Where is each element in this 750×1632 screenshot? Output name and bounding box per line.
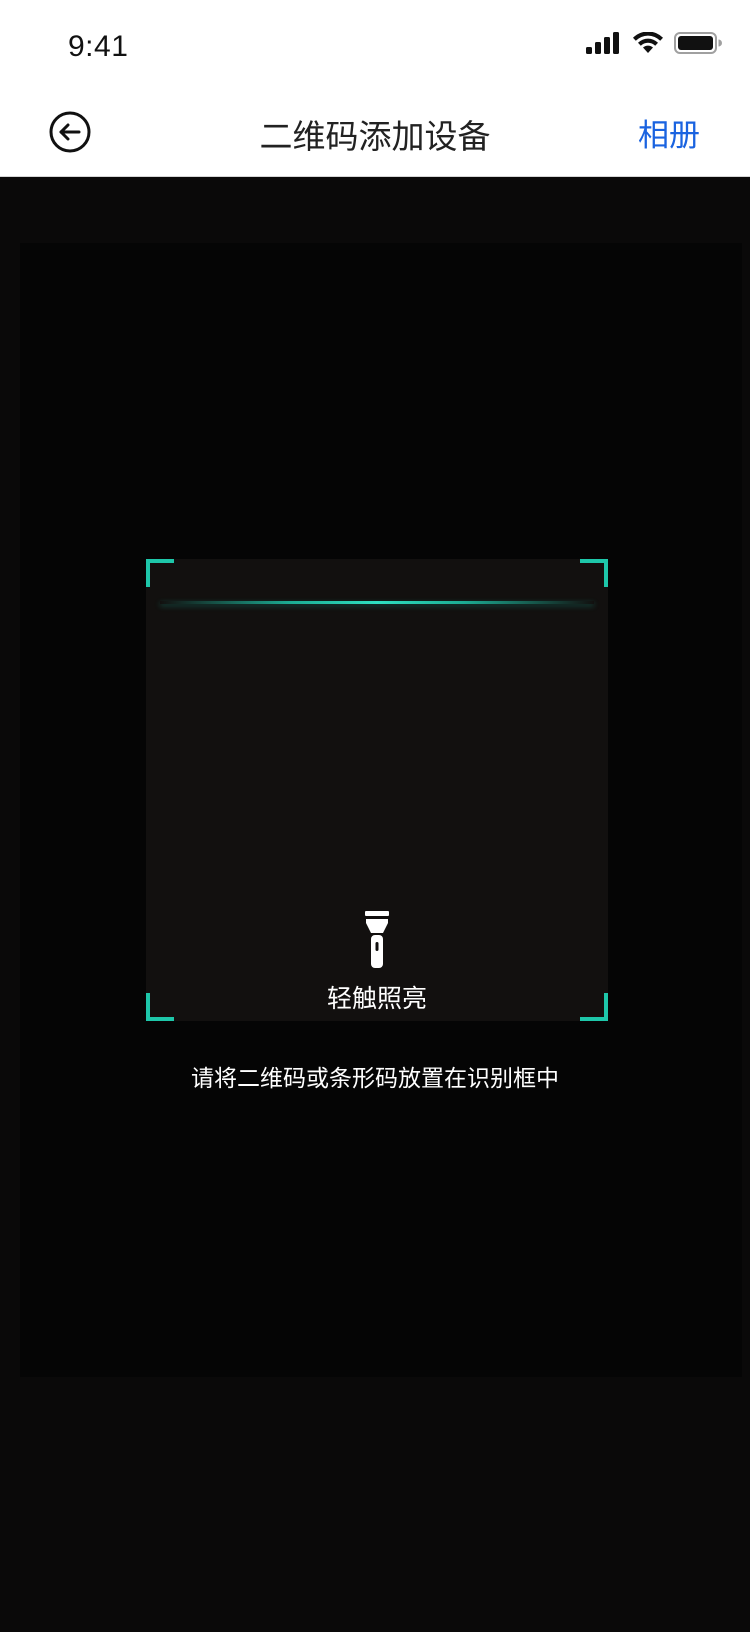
qr-scan-screen: 9:41 二维码添加设备 相册 轻触照亮 请将二维码或条形码放置在识别框中	[0, 0, 750, 1632]
scan-frame-corner-top-left	[146, 559, 174, 587]
camera-area: 轻触照亮 请将二维码或条形码放置在识别框中	[0, 177, 750, 1632]
torch-toggle-button[interactable]: 轻触照亮	[296, 911, 458, 1013]
scan-line	[160, 601, 594, 604]
status-time: 9:41	[68, 30, 129, 63]
scan-frame: 轻触照亮	[146, 559, 608, 1021]
flashlight-icon	[365, 911, 389, 968]
album-button[interactable]: 相册	[638, 110, 700, 155]
scan-hint-text: 请将二维码或条形码放置在识别框中	[191, 1066, 559, 1092]
battery-icon	[674, 32, 722, 54]
status-icons	[586, 32, 722, 54]
back-button[interactable]	[48, 110, 92, 154]
wifi-icon	[633, 32, 663, 53]
status-bar: 9:41	[0, 0, 750, 88]
nav-bar: 二维码添加设备 相册	[0, 88, 750, 177]
scan-frame-corner-bottom-right	[580, 993, 608, 1021]
scan-frame-corner-bottom-left	[146, 993, 174, 1021]
scan-frame-corner-top-right	[580, 559, 608, 587]
cellular-signal-icon	[586, 32, 619, 54]
torch-label: 轻触照亮	[326, 984, 427, 1013]
back-arrow-circle-icon	[49, 111, 91, 153]
